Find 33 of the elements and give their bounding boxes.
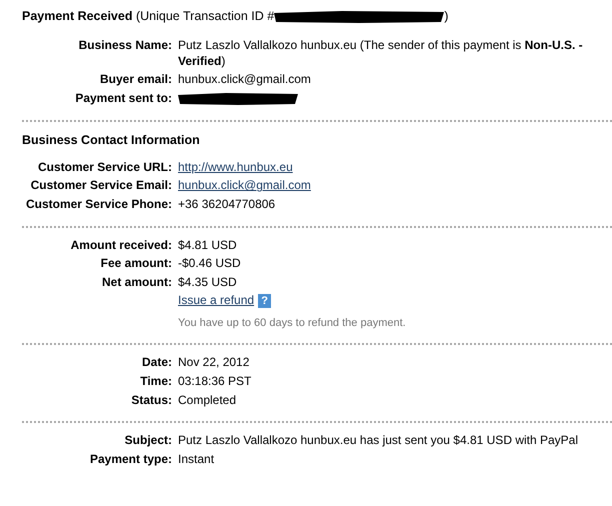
section-heading: Business Contact Information <box>22 132 201 148</box>
field-label: Payment sent to: <box>75 91 172 106</box>
closing-parenthesis: ) <box>444 9 448 23</box>
field-value: -$0.46 USD <box>178 256 241 270</box>
field-value: Putz Laszlo Vallalkozo hunbux.eu has just sent you $4.81 USD with PayPal <box>178 433 578 448</box>
field-value: 03:18:36 PST <box>178 374 252 388</box>
field-value: Nov 22, 2012 <box>178 355 250 370</box>
field-label: Customer Service Phone: <box>26 197 172 212</box>
field-label: Date: <box>142 355 172 370</box>
field-value: Putz Laszlo Vallalkozo hunbux.eu (The sender of this payment is Non-U.S. - Verified) <box>178 38 583 68</box>
contact-link[interactable]: http://www.hunbux.eu <box>178 160 293 174</box>
field-label: Subject: <box>124 433 172 448</box>
field-label: Net amount: <box>102 274 172 289</box>
field-value: Completed <box>178 392 236 407</box>
field-label: Fee amount: <box>100 256 172 270</box>
refund-link[interactable]: Issue a refund <box>178 293 254 308</box>
field-value: +36 36204770806 <box>178 197 276 212</box>
field-label: Customer Service URL: <box>38 160 172 174</box>
field-value: Instant <box>178 452 214 466</box>
field-label: Customer Service Email: <box>30 178 172 192</box>
field-label: Payment type: <box>90 452 172 466</box>
field-value: $4.35 USD <box>178 274 237 289</box>
field-value: $4.81 USD <box>178 238 237 252</box>
contact-link[interactable]: hunbux.click@gmail.com <box>178 178 311 192</box>
field-label: Amount received: <box>70 238 172 252</box>
field-label: Status: <box>131 392 172 407</box>
refund-note: You have up to 60 days to refund the payment. <box>178 317 406 330</box>
page-title: Payment Received <box>22 9 132 23</box>
transaction-id-label: (Unique Transaction ID # <box>136 9 274 23</box>
field-label: Buyer email: <box>100 72 172 86</box>
field-label: Time: <box>140 374 172 388</box>
field-value: hunbux.click@gmail.com <box>178 72 311 86</box>
field-label: Business Name: <box>78 38 172 52</box>
